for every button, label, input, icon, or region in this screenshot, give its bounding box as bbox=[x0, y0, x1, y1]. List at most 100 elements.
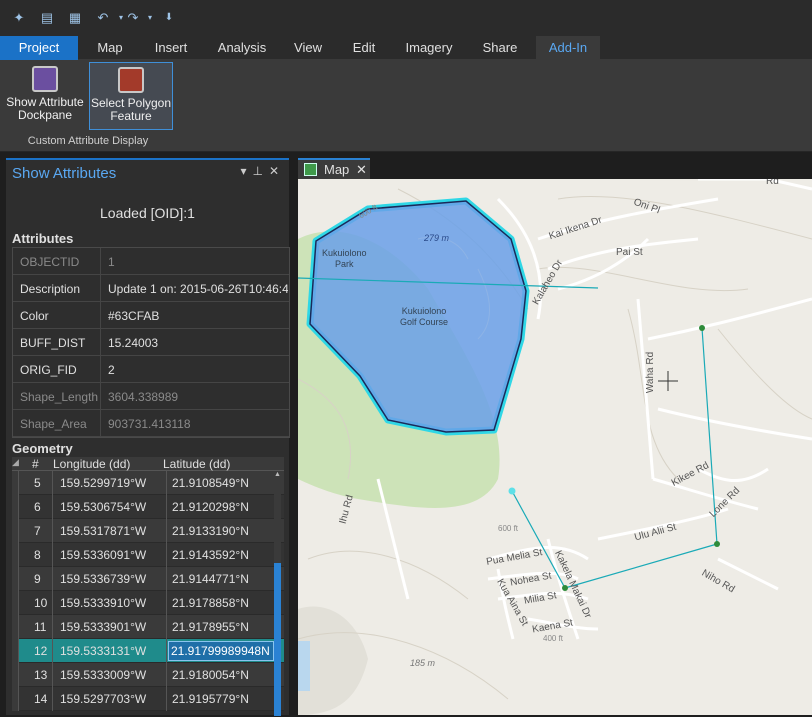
attribute-value[interactable]: Update 1 on: 2015-06-26T10:46:41 bbox=[108, 282, 288, 296]
row-selector[interactable] bbox=[12, 543, 19, 567]
show-attribute-dockpane-button[interactable]: Show Attribute Dockpane bbox=[4, 62, 86, 130]
vertex-longitude[interactable]: 159.5336091°W bbox=[60, 548, 146, 562]
attribute-key: Color bbox=[20, 309, 49, 323]
vertex-latitude[interactable]: 21.9178858°N bbox=[172, 596, 249, 610]
vertex-longitude[interactable]: 159.5299719°W bbox=[60, 476, 146, 490]
pane-menu-icon[interactable]: ▾ bbox=[240, 164, 252, 178]
geometry-row-selected[interactable]: 12 159.5333131°W 21.91799989948N bbox=[12, 639, 284, 663]
tab-map[interactable]: Map bbox=[84, 36, 136, 60]
row-selector[interactable] bbox=[12, 519, 19, 543]
attribute-value[interactable]: 15.24003 bbox=[108, 336, 288, 350]
geometry-row[interactable]: 6 159.5306754°W 21.9120298°N bbox=[12, 495, 284, 519]
vertex-latitude[interactable]: 21.9178955°N bbox=[172, 620, 249, 634]
geometry-row[interactable]: 5 159.5299719°W 21.9108549°N bbox=[12, 471, 284, 495]
open-folder-icon[interactable]: ▤ bbox=[38, 9, 56, 27]
col-longitude[interactable]: Longitude (dd) bbox=[53, 457, 130, 471]
tab-view[interactable]: View bbox=[284, 36, 332, 60]
geometry-row[interactable]: 10 159.5333910°W 21.9178858°N bbox=[12, 591, 284, 615]
redo-icon[interactable]: ↷ bbox=[124, 9, 142, 27]
attribute-key: Description bbox=[20, 282, 81, 296]
contour-185-label: 185 m bbox=[410, 658, 436, 668]
sort-icon[interactable]: ◢ bbox=[12, 457, 19, 468]
tab-analysis[interactable]: Analysis bbox=[206, 36, 278, 60]
pane-controls: ▾⊥✕ bbox=[240, 164, 285, 178]
vertex-longitude[interactable]: 159.5333901°W bbox=[60, 620, 146, 634]
row-selector[interactable] bbox=[12, 663, 19, 687]
attribute-row[interactable]: Description Update 1 on: 2015-06-26T10:46… bbox=[13, 275, 289, 302]
ribbon: Show Attribute Dockpane Select Polygon F… bbox=[0, 60, 812, 152]
pin-icon[interactable]: ⊥ bbox=[252, 164, 268, 178]
row-selector[interactable] bbox=[12, 615, 19, 639]
tab-project[interactable]: Project bbox=[0, 36, 78, 60]
geometry-row[interactable]: 8 159.5336091°W 21.9143592°N bbox=[12, 543, 284, 567]
tab-insert[interactable]: Insert bbox=[142, 36, 200, 60]
geometry-row[interactable]: 13 159.5333009°W 21.9180054°N bbox=[12, 663, 284, 687]
vertex-longitude[interactable]: 159.5333131°W bbox=[60, 644, 146, 658]
vertex-latitude[interactable]: 21.9133190°N bbox=[172, 524, 249, 538]
map-canvas[interactable]: Kukuiolono Park Kukuiolono Golf Course 2… bbox=[298, 179, 812, 715]
attribute-key: BUFF_DIST bbox=[20, 336, 86, 350]
row-selector[interactable] bbox=[12, 567, 19, 591]
col-divider bbox=[166, 639, 167, 663]
col-divider bbox=[52, 543, 53, 567]
scroll-up-icon[interactable]: ▲ bbox=[274, 471, 281, 478]
vertex-longitude[interactable]: 159.5333009°W bbox=[60, 668, 146, 682]
tab-add-in[interactable]: Add-In bbox=[536, 36, 600, 60]
row-selector[interactable] bbox=[12, 687, 19, 711]
undo-icon[interactable]: ↶ bbox=[94, 9, 112, 27]
vertex-latitude[interactable]: 21.9143592°N bbox=[172, 548, 249, 562]
attribute-row[interactable]: OBJECTID 1 bbox=[13, 248, 289, 275]
row-selector[interactable] bbox=[12, 591, 19, 615]
geometry-row[interactable]: 14 159.5297703°W 21.9195779°N bbox=[12, 687, 284, 711]
geometry-header: ◢ # Longitude (dd) Latitude (dd) bbox=[12, 457, 284, 471]
attribute-row[interactable]: BUFF_DIST 15.24003 bbox=[13, 329, 289, 356]
row-selector[interactable] bbox=[12, 495, 19, 519]
vertex-latitude[interactable]: 21.91799989948N bbox=[168, 641, 274, 661]
col-divider bbox=[166, 687, 167, 711]
vertex-latitude[interactable]: 21.9195779°N bbox=[172, 692, 249, 706]
col-latitude[interactable]: Latitude (dd) bbox=[163, 457, 230, 471]
redo-dropdown-icon[interactable]: ▾ bbox=[141, 9, 159, 27]
customize-icon[interactable]: ⬇ bbox=[160, 9, 178, 27]
attribute-row[interactable]: Color #63CFAB bbox=[13, 302, 289, 329]
vertex-latitude[interactable]: 21.9144771°N bbox=[172, 572, 249, 586]
attribute-value[interactable]: 2 bbox=[108, 363, 288, 377]
geometry-table: ◢ # Longitude (dd) Latitude (dd) 5 159.52… bbox=[12, 457, 284, 717]
ft-400-label: 400 ft bbox=[543, 634, 564, 643]
vertex-number: 10 bbox=[34, 596, 48, 610]
vertex-longitude[interactable]: 159.5297703°W bbox=[60, 692, 146, 706]
vertex-longitude[interactable]: 159.5317871°W bbox=[60, 524, 146, 538]
close-icon[interactable]: ✕ bbox=[269, 164, 285, 178]
col-num[interactable]: # bbox=[32, 457, 39, 471]
geometry-scrollbar[interactable]: ▲ bbox=[274, 471, 281, 716]
row-selector[interactable] bbox=[12, 471, 19, 495]
tab-edit[interactable]: Edit bbox=[338, 36, 390, 60]
attribute-key: Shape_Area bbox=[20, 417, 87, 431]
attribute-row[interactable]: Shape_Area 903731.413118 bbox=[13, 410, 289, 437]
vertex-latitude[interactable]: 21.9120298°N bbox=[172, 500, 249, 514]
map-tab-close-icon[interactable]: ✕ bbox=[356, 162, 367, 178]
map-view-tab[interactable]: Map ✕ bbox=[298, 158, 370, 179]
vertex-longitude[interactable]: 159.5306754°W bbox=[60, 500, 146, 514]
attribute-row[interactable]: ORIG_FID 2 bbox=[13, 356, 289, 383]
attribute-value[interactable]: #63CFAB bbox=[108, 309, 288, 323]
vertex-latitude[interactable]: 21.9108549°N bbox=[172, 476, 249, 490]
select-polygon-feature-button[interactable]: Select Polygon Feature bbox=[89, 62, 173, 130]
attribute-row[interactable]: Shape_Length 3604.338989 bbox=[13, 383, 289, 410]
vertex-4 bbox=[508, 487, 516, 495]
vertex-longitude[interactable]: 159.5333910°W bbox=[60, 596, 146, 610]
attribute-key: ORIG_FID bbox=[20, 363, 77, 377]
geometry-row[interactable]: 11 159.5333901°W 21.9178955°N bbox=[12, 615, 284, 639]
geometry-row[interactable]: 9 159.5336739°W 21.9144771°N bbox=[12, 567, 284, 591]
save-icon[interactable]: ▦ bbox=[66, 9, 84, 27]
vertex-latitude[interactable]: 21.9180054°N bbox=[172, 668, 249, 682]
geometry-row[interactable]: 7 159.5317871°W 21.9133190°N bbox=[12, 519, 284, 543]
row-selector[interactable] bbox=[12, 639, 19, 663]
scroll-thumb[interactable] bbox=[274, 563, 281, 716]
col-divider bbox=[52, 687, 53, 711]
attribute-key: Shape_Length bbox=[20, 390, 99, 404]
vertex-longitude[interactable]: 159.5336739°W bbox=[60, 572, 146, 586]
tab-imagery[interactable]: Imagery bbox=[396, 36, 462, 60]
tab-share[interactable]: Share bbox=[468, 36, 532, 60]
new-project-icon[interactable]: ✦ bbox=[10, 9, 28, 27]
